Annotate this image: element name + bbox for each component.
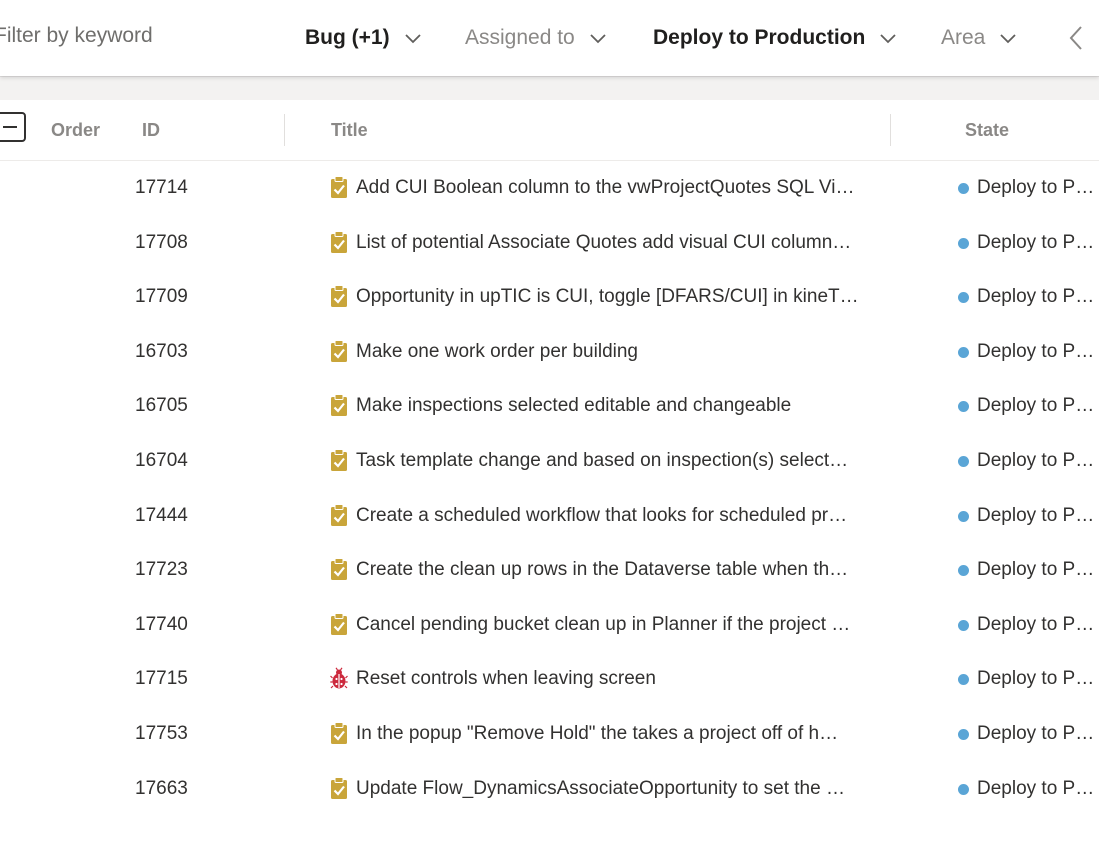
table-row[interactable]: 17709 Opportunity in upTIC is CUI, toggle… xyxy=(0,270,1099,324)
state-dot-icon xyxy=(958,674,969,686)
work-item-id: 17708 xyxy=(135,231,188,253)
state-dot-icon xyxy=(958,456,969,467)
task-icon xyxy=(330,558,348,581)
work-item-id: 16704 xyxy=(135,450,188,471)
task-icon xyxy=(330,503,348,527)
table-row[interactable]: 17714 Add CUI Boolean column to the vwPro… xyxy=(0,161,1099,215)
work-item-state: Deploy to Pr… xyxy=(977,450,1099,471)
task-icon xyxy=(330,612,348,636)
filter-state-label: Deploy to Production xyxy=(653,26,866,49)
column-header-order[interactable]: Order xyxy=(51,120,100,141)
work-item-title-link[interactable]: Make one work order per building xyxy=(356,341,896,363)
work-item-id: 17444 xyxy=(135,504,188,526)
work-item-id: 17709 xyxy=(135,286,188,308)
work-item-id: 17723 xyxy=(135,559,188,581)
column-separator[interactable] xyxy=(890,114,891,146)
work-item-title-link[interactable]: Reset controls when leaving screen xyxy=(356,668,896,690)
work-item-title-link[interactable]: Create a scheduled workflow that looks f… xyxy=(356,505,896,527)
work-item-state: Deploy to Pr… xyxy=(977,723,1099,744)
collapse-all-button[interactable] xyxy=(0,112,26,142)
filter-assigned-to[interactable]: Assigned to xyxy=(465,22,607,54)
table-row[interactable]: 17708 List of potential Associate Quotes … xyxy=(0,216,1099,270)
table-row[interactable]: 17753 In the popup "Remove Hold" the take… xyxy=(0,707,1099,761)
work-item-state: Deploy to Pr… xyxy=(977,177,1099,198)
state-dot-icon xyxy=(958,401,969,413)
work-item-title-link[interactable]: Create the clean up rows in the Datavers… xyxy=(356,559,896,581)
work-item-id: 16705 xyxy=(135,395,188,417)
table-row[interactable]: 16705 Make inspections selected editable … xyxy=(0,379,1099,433)
work-item-title-link[interactable]: List of potential Associate Quotes add v… xyxy=(356,232,896,254)
work-item-state: Deploy to Pr… xyxy=(977,559,1099,581)
work-item-title-link[interactable]: In the popup "Remove Hold" the takes a p… xyxy=(356,723,896,745)
task-icon xyxy=(330,722,348,745)
work-item-id: 16703 xyxy=(135,340,188,362)
filter-state[interactable]: Deploy to Production xyxy=(653,22,897,54)
keyword-filter-input[interactable]: Filter by keyword xyxy=(0,24,153,48)
table-row[interactable]: 16703 Make one work order per building Dep… xyxy=(0,325,1099,379)
column-header-id[interactable]: ID xyxy=(142,120,160,141)
work-item-state: Deploy to Pr… xyxy=(977,340,1099,362)
bug-icon xyxy=(330,667,348,690)
state-dot-icon xyxy=(958,237,969,249)
state-dot-icon xyxy=(958,783,969,795)
column-header-title[interactable]: Title xyxy=(331,120,368,141)
task-icon xyxy=(330,285,348,308)
state-dot-icon xyxy=(958,510,969,522)
filter-area-label: Area xyxy=(941,26,986,49)
state-dot-icon xyxy=(958,729,969,740)
column-header-state[interactable]: State xyxy=(965,120,1009,141)
task-icon xyxy=(330,449,348,472)
chevron-down-icon xyxy=(1000,34,1016,44)
filter-work-item-type[interactable]: Bug (+1) xyxy=(305,22,422,54)
work-item-state: Deploy to Pr… xyxy=(977,395,1099,417)
table-row[interactable]: 16704 Task template change and based on i… xyxy=(0,434,1099,488)
work-item-title-link[interactable]: Task template change and based on inspec… xyxy=(356,450,896,472)
table-row[interactable]: 17663 Update Flow_DynamicsAssociateOpport… xyxy=(0,762,1099,816)
work-item-title-link[interactable]: Add CUI Boolean column to the vwProjectQ… xyxy=(356,177,896,199)
work-item-state: Deploy to Pr… xyxy=(977,231,1099,253)
state-dot-icon xyxy=(958,619,969,631)
filter-work-item-type-label: Bug (+1) xyxy=(305,26,390,49)
work-item-state: Deploy to Pr… xyxy=(977,668,1099,690)
table-row[interactable]: 17740 Cancel pending bucket clean up in P… xyxy=(0,598,1099,652)
work-item-state: Deploy to Pr… xyxy=(977,613,1099,635)
table-header: Order ID Title State xyxy=(0,100,1099,161)
work-item-state: Deploy to Pr… xyxy=(977,504,1099,526)
table-row[interactable]: 17715 Reset controls when leaving screen D… xyxy=(0,652,1099,706)
work-item-state: Deploy to Pr… xyxy=(977,777,1099,799)
state-dot-icon xyxy=(958,565,969,577)
filter-assigned-to-label: Assigned to xyxy=(465,26,575,49)
task-icon xyxy=(330,394,348,417)
task-icon xyxy=(330,230,348,254)
chevron-down-icon xyxy=(404,34,421,44)
work-item-id: 17753 xyxy=(135,723,188,744)
work-item-id: 17663 xyxy=(135,777,188,799)
work-item-title-link[interactable]: Make inspections selected editable and c… xyxy=(356,395,896,417)
toolbar-gap xyxy=(0,76,1099,100)
work-item-title-link[interactable]: Opportunity in upTIC is CUI, toggle [DFA… xyxy=(356,286,896,308)
state-dot-icon xyxy=(958,346,969,358)
column-separator[interactable] xyxy=(284,114,285,146)
work-item-id: 17740 xyxy=(135,613,188,635)
task-icon xyxy=(330,776,348,800)
work-item-id: 17715 xyxy=(135,668,188,690)
filter-bar: Filter by keyword Bug (+1) Assigned to D… xyxy=(0,0,1099,76)
table-row[interactable]: 17723 Create the clean up rows in the Dat… xyxy=(0,543,1099,597)
task-icon xyxy=(330,176,348,199)
work-item-title-link[interactable]: Update Flow_DynamicsAssociateOpportunity… xyxy=(356,778,896,800)
work-item-title-link[interactable]: Cancel pending bucket clean up in Planne… xyxy=(356,614,896,636)
work-item-state: Deploy to Pr… xyxy=(977,286,1099,308)
filter-area[interactable]: Area xyxy=(941,22,1017,54)
chevron-down-icon xyxy=(590,34,606,44)
state-dot-icon xyxy=(958,292,969,304)
work-item-id: 17714 xyxy=(135,177,188,198)
table-row[interactable]: 17444 Create a scheduled workflow that lo… xyxy=(0,489,1099,543)
chevron-left-icon[interactable] xyxy=(1066,24,1088,52)
chevron-down-icon xyxy=(880,34,896,44)
task-icon xyxy=(330,339,348,363)
state-dot-icon xyxy=(958,183,969,194)
